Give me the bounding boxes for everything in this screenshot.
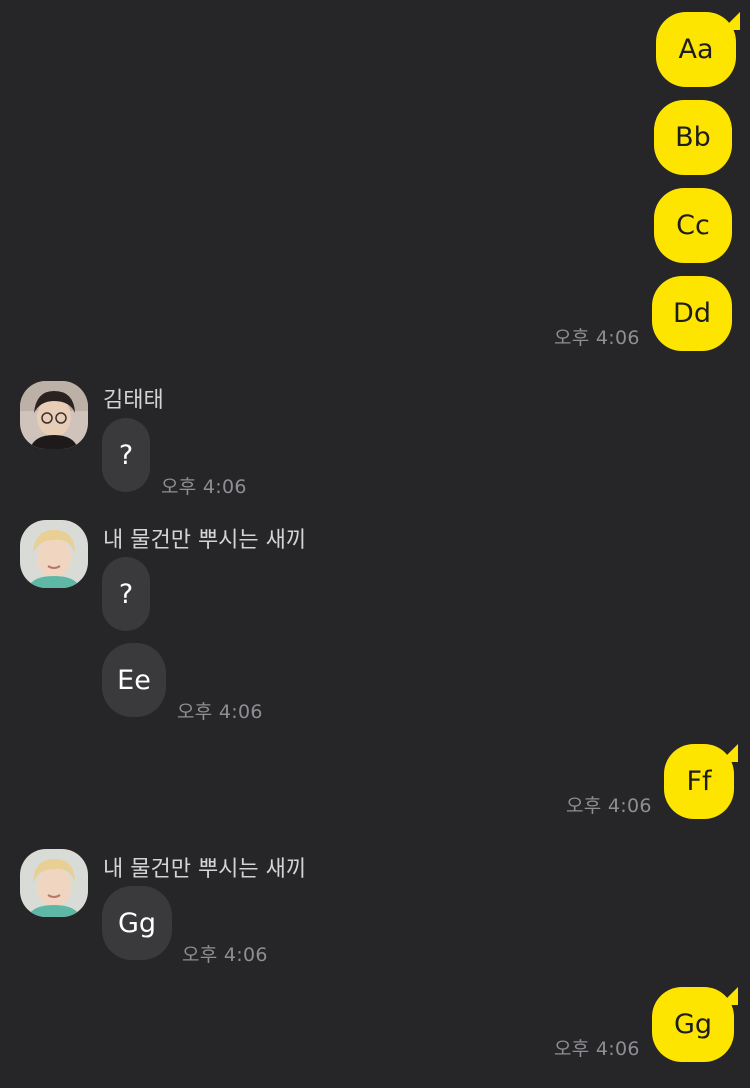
sender-name: 내 물건만 뿌시는 새끼 xyxy=(103,528,307,553)
message-text: Cc xyxy=(676,210,710,241)
my-message-bubble[interactable]: Dd xyxy=(652,276,732,351)
message-timestamp: 오후 4:06 xyxy=(566,795,652,817)
other-message-bubble[interactable]: ? xyxy=(102,557,150,631)
other-message-bubble[interactable]: Gg xyxy=(102,886,172,960)
message-timestamp: 오후 4:06 xyxy=(554,327,640,349)
message-timestamp: 오후 4:06 xyxy=(161,476,247,498)
profile-photo-icon xyxy=(20,381,88,449)
bubble-tail xyxy=(720,744,738,762)
profile-avatar[interactable] xyxy=(20,849,88,917)
message-timestamp: 오후 4:06 xyxy=(177,701,263,723)
message-text: Aa xyxy=(678,34,714,65)
profile-avatar[interactable] xyxy=(20,520,88,588)
other-message-bubble[interactable]: ? xyxy=(102,418,150,492)
message-text: ? xyxy=(118,439,134,471)
my-message-bubble[interactable]: Bb xyxy=(654,100,732,175)
message-timestamp: 오후 4:06 xyxy=(182,944,268,966)
message-text: Bb xyxy=(675,122,711,153)
bubble-tail xyxy=(720,987,738,1005)
message-text: ? xyxy=(118,578,134,610)
message-text: Dd xyxy=(673,298,711,329)
message-text: Ff xyxy=(686,766,712,797)
message-text: Ee xyxy=(117,664,151,696)
other-message-bubble[interactable]: Ee xyxy=(102,643,166,717)
bubble-tail xyxy=(722,12,740,30)
message-timestamp: 오후 4:06 xyxy=(554,1038,640,1060)
profile-avatar[interactable] xyxy=(20,381,88,449)
sender-name: 내 물건만 뿌시는 새끼 xyxy=(103,857,307,882)
message-text: Gg xyxy=(117,907,157,939)
my-message-bubble[interactable]: Cc xyxy=(654,188,732,263)
message-text: Gg xyxy=(673,1009,713,1040)
profile-photo-icon xyxy=(20,520,88,588)
sender-name: 김태태 xyxy=(103,388,164,413)
profile-photo-icon xyxy=(20,849,88,917)
